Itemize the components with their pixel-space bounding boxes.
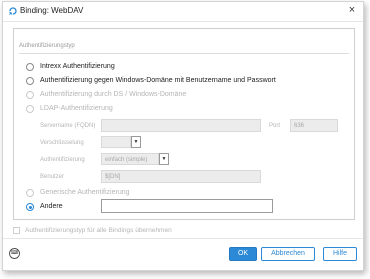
- radio-intrexx[interactable]: [26, 63, 34, 71]
- radio-windows-domain[interactable]: [26, 77, 34, 85]
- server-label: Servername (FQDN): [40, 123, 96, 129]
- ok-button[interactable]: OK: [229, 247, 257, 261]
- radio-ldap[interactable]: [26, 105, 34, 113]
- radio-other[interactable]: [26, 203, 34, 211]
- group-divider: [19, 53, 349, 54]
- port-label: Port: [269, 123, 281, 129]
- window-title: Binding: WebDAV: [20, 6, 84, 15]
- apply-all-checkbox[interactable]: [13, 227, 20, 234]
- encryption-select[interactable]: [101, 136, 131, 148]
- title-bar: Binding: WebDAV ×: [3, 2, 363, 22]
- apply-all-label: Authentifizierungstyp für alle Bindings …: [25, 227, 172, 234]
- close-icon[interactable]: ×: [346, 4, 358, 17]
- help-button[interactable]: Hilfe: [323, 247, 357, 261]
- auth-select[interactable]: einfach (simple): [101, 153, 159, 165]
- encryption-label: Verschlüsselung: [40, 140, 84, 146]
- auth-type-group: Authentifizierungstyp Intrexx Authentifi…: [13, 28, 355, 220]
- label-windows-domain: Authentifizierung gegen Windows-Domäne m…: [40, 77, 276, 84]
- user-field[interactable]: $[DN]: [101, 170, 261, 183]
- radio-generic[interactable]: [26, 189, 34, 197]
- binding-icon: [9, 7, 17, 15]
- auth-dropdown-icon[interactable]: ▼: [159, 153, 169, 165]
- keyboard-help-icon[interactable]: ⌨: [9, 248, 20, 259]
- other-input[interactable]: [101, 199, 273, 213]
- label-generic: Generische Authentifizierung: [40, 189, 130, 196]
- binding-dialog: Binding: WebDAV × Authentifizierungstyp …: [2, 1, 364, 271]
- label-intrexx: Intrexx Authentifizierung: [40, 63, 115, 70]
- user-label: Benutzer: [40, 174, 65, 180]
- cancel-button[interactable]: Abbrechen: [261, 247, 315, 261]
- radio-ds-domain[interactable]: [26, 91, 34, 99]
- label-ldap: LDAP-Authentifizierung: [40, 105, 113, 112]
- auth-label: Authentifizierung: [40, 157, 85, 163]
- server-field[interactable]: [101, 119, 261, 132]
- footer-divider: [3, 238, 363, 239]
- port-field[interactable]: 636: [290, 119, 338, 132]
- group-title: Authentifizierungstyp: [19, 43, 75, 49]
- encryption-dropdown-icon[interactable]: ▼: [131, 136, 141, 148]
- label-ds-domain: Authentifizierung durch DS / Windows-Dom…: [40, 91, 187, 98]
- label-other: Andere: [40, 203, 63, 210]
